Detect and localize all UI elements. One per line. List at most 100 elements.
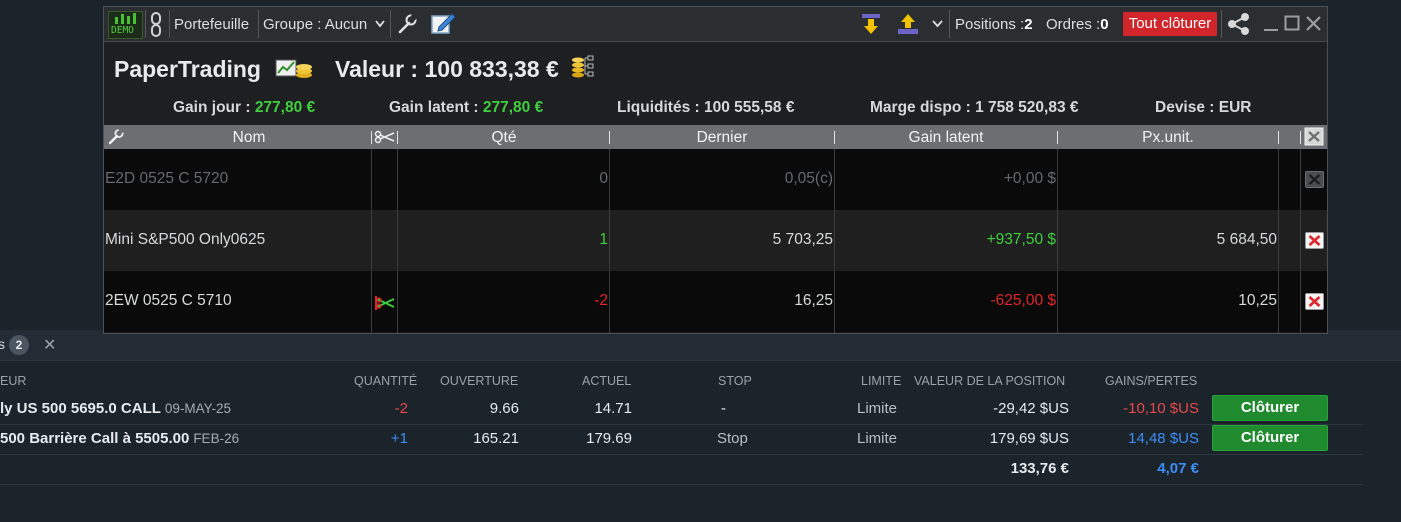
move-up-icon[interactable] — [897, 13, 919, 35]
scissors-split-icon[interactable] — [374, 296, 396, 310]
coins-tree-icon[interactable] — [571, 54, 597, 80]
link-icon[interactable] — [149, 12, 163, 37]
position-row[interactable]: 500 Barrière Call à 5505.00 FEB-26 +1 165… — [0, 424, 1363, 455]
orders-count: Ordres :0 — [1046, 16, 1109, 33]
wrench-icon[interactable] — [107, 128, 124, 145]
positions-panel: s 2 ✕ EUR QUANTITÉ OUVERTURE ACTUEL STOP… — [0, 330, 1401, 522]
row-last: 16,25 — [794, 292, 833, 309]
position-pnl: -10,10 $US — [1123, 400, 1199, 417]
column-qty[interactable]: Qté — [398, 129, 610, 147]
maximize-icon[interactable] — [1284, 15, 1302, 33]
close-all-button[interactable]: Tout clôturer — [1123, 12, 1217, 36]
column-divider[interactable] — [1300, 131, 1301, 144]
column-line — [834, 149, 835, 333]
close-tab-icon[interactable]: ✕ — [43, 335, 56, 355]
candles-icon — [115, 13, 136, 24]
position-stop[interactable]: - — [721, 400, 726, 417]
position-instrument: 500 Barrière Call à 5505.00 FEB-26 — [0, 430, 239, 447]
account-chart-icon[interactable] — [274, 56, 314, 82]
column-divider[interactable] — [371, 131, 372, 144]
position-limit[interactable]: Limite — [857, 430, 897, 447]
close-icon[interactable] — [1305, 15, 1323, 33]
header-quantity: QUANTITÉ — [354, 374, 418, 388]
header-current: ACTUEL — [582, 374, 632, 388]
position-limit[interactable]: Limite — [857, 400, 897, 417]
row-last: 0,05(c) — [784, 170, 833, 187]
position-value: -29,42 $US — [993, 400, 1069, 417]
orders-value: 0 — [1100, 16, 1109, 33]
positions-tab-count-badge: 2 — [9, 335, 29, 355]
total-position-value: 133,76 € — [1010, 460, 1069, 477]
chevron-down-icon[interactable] — [932, 20, 943, 28]
close-row-icon[interactable] — [1305, 171, 1324, 188]
row-name: 2EW 0525 C 5710 — [105, 292, 232, 309]
column-line — [1057, 149, 1058, 333]
row-unit-price: 10,25 — [1238, 292, 1277, 309]
window-toolbar: DEMO Portefeuille Groupe : Aucun Positio… — [104, 7, 1327, 42]
toolbar-divider — [258, 10, 259, 38]
instrument-expiry: 09-MAY-25 — [164, 401, 231, 416]
column-line — [371, 149, 372, 333]
header-position-value: VALEUR DE LA POSITION — [914, 374, 1066, 388]
close-all-rows-icon[interactable] — [1304, 127, 1324, 146]
minimize-icon[interactable] — [1263, 15, 1281, 33]
portfolio-window: DEMO Portefeuille Groupe : Aucun Positio… — [103, 6, 1328, 334]
row-latent-gain: +0,00 $ — [1003, 170, 1056, 187]
row-last: 5 703,25 — [772, 231, 833, 248]
toolbar-divider — [145, 10, 146, 38]
position-quantity: +1 — [390, 430, 408, 447]
total-pnl: 4,07 € — [1157, 460, 1199, 477]
column-name[interactable]: Nom — [124, 129, 374, 147]
close-row-icon[interactable] — [1305, 232, 1324, 249]
table-row[interactable]: 2EW 0525 C 5710 -2 16,25 -625,00 $ 10,25 — [104, 271, 1327, 332]
close-position-button[interactable]: Clôturer — [1212, 395, 1328, 421]
column-last[interactable]: Dernier — [610, 129, 834, 147]
table-row[interactable]: E2D 0525 C 5720 0 0,05(c) +0,00 $ — [104, 149, 1327, 210]
available-margin: Marge dispo : 1 758 520,83 € — [870, 99, 1079, 116]
column-divider[interactable] — [1278, 131, 1279, 144]
share-icon[interactable] — [1226, 12, 1252, 36]
row-qty: 0 — [599, 170, 608, 187]
liquidity: Liquidités : 100 555,58 € — [617, 99, 795, 116]
totals-row: 133,76 € 4,07 € — [0, 454, 1363, 485]
wrench-icon[interactable] — [396, 13, 418, 35]
column-unit-price[interactable]: Px.unit. — [1058, 129, 1278, 147]
table-row[interactable]: Mini S&P500 Only0625 1 5 703,25 +937,50 … — [104, 210, 1327, 271]
header-stop: STOP — [718, 374, 752, 388]
position-pnl: 14,48 $US — [1128, 430, 1199, 447]
header-instrument: EUR — [0, 374, 27, 388]
column-latent-gain[interactable]: Gain latent — [835, 129, 1057, 147]
demo-badge: DEMO — [108, 11, 143, 39]
edit-note-icon[interactable] — [430, 11, 456, 36]
close-position-button[interactable]: Clôturer — [1212, 425, 1328, 451]
row-latent-gain: +937,50 $ — [986, 231, 1056, 248]
toolbar-divider — [949, 10, 950, 38]
close-row-icon[interactable] — [1305, 293, 1324, 310]
currency: Devise : EUR — [1155, 99, 1252, 116]
row-qty: -2 — [594, 292, 608, 309]
row-qty: 1 — [599, 231, 608, 248]
instrument-name: ly US 500 5695.0 CALL — [0, 400, 161, 417]
row-name: E2D 0525 C 5720 — [105, 170, 229, 187]
chevron-down-icon[interactable] — [375, 20, 385, 28]
position-quantity: -2 — [394, 400, 408, 417]
column-line — [397, 149, 398, 333]
group-select[interactable]: Groupe : Aucun — [263, 16, 367, 33]
header-opening: OUVERTURE — [440, 374, 519, 388]
instrument-name: 500 Barrière Call à 5505.00 — [0, 430, 190, 447]
positions-label: Positions : — [955, 16, 1025, 33]
positions-tab-label[interactable]: s — [0, 336, 5, 352]
portfolio-button[interactable]: Portefeuille — [174, 16, 249, 33]
position-stop[interactable]: Stop — [717, 430, 748, 447]
row-unit-price: 5 684,50 — [1216, 231, 1277, 248]
move-down-icon[interactable] — [861, 14, 881, 35]
portfolio-value: Valeur : 100 833,38 € — [335, 56, 559, 82]
column-line — [609, 149, 610, 333]
position-instrument: ly US 500 5695.0 CALL 09-MAY-25 — [0, 400, 231, 417]
scissors-icon[interactable] — [374, 130, 396, 144]
column-line — [1300, 149, 1301, 333]
demo-label: DEMO — [111, 25, 134, 36]
instrument-expiry: FEB-26 — [193, 431, 240, 446]
position-row[interactable]: ly US 500 5695.0 CALL 09-MAY-25 -2 9.66 1… — [0, 394, 1363, 425]
position-opening: 9.66 — [489, 400, 519, 417]
